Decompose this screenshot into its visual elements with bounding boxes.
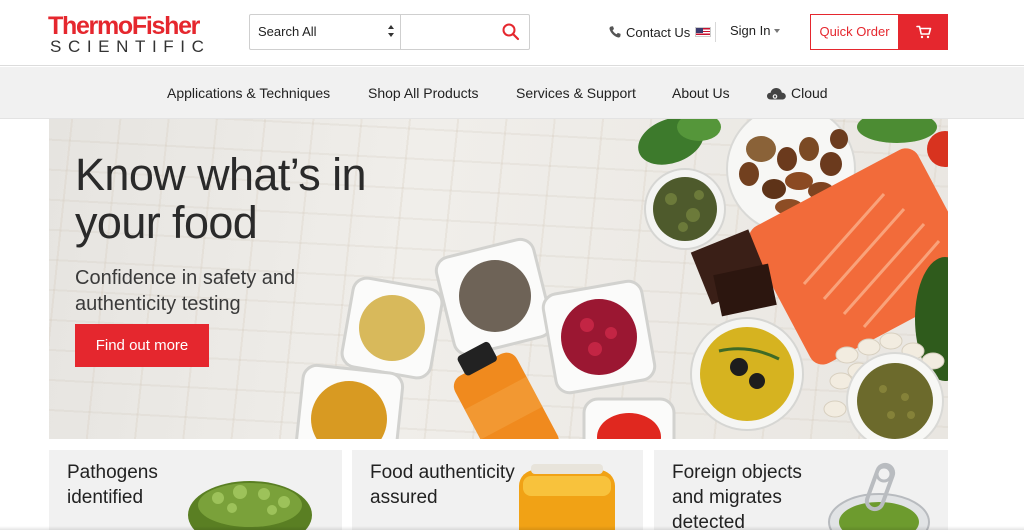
- card-pathogens[interactable]: Pathogens identified: [49, 450, 342, 530]
- site-header: ThermoFisher SCIENTIFIC Search All Conta…: [0, 0, 1024, 66]
- search-input[interactable]: [402, 15, 492, 49]
- nav-shop-all-products[interactable]: Shop All Products: [368, 84, 479, 102]
- header-divider: [715, 22, 716, 42]
- microgreens-image: [188, 481, 312, 530]
- main-nav: Applications & Techniques Shop All Produ…: [0, 67, 1024, 119]
- quick-order-button[interactable]: Quick Order: [810, 14, 899, 50]
- hero-title-line-2: your food: [75, 197, 258, 248]
- hero-subtitle-line-1: Confidence in safety and: [75, 267, 296, 289]
- sign-in-dropdown[interactable]: Sign In: [730, 23, 781, 38]
- hero-subtitle-line-2: authenticity testing: [75, 293, 241, 315]
- card-title-line-1: Pathogens: [67, 462, 158, 483]
- search-category-value: Search All: [258, 24, 317, 39]
- card-food-authenticity[interactable]: Food authenticity assured: [352, 450, 643, 530]
- card-title-line-2: assured: [370, 487, 438, 508]
- phone-icon: [609, 26, 621, 38]
- hero-subtitle: Confidence in safety and authenticity te…: [75, 265, 375, 317]
- hero-title: Know what’s in your food: [75, 151, 495, 247]
- card-title-line-1: Food authenticity: [370, 462, 515, 483]
- logo-wordmark: ThermoFisher: [48, 12, 200, 40]
- cart-button[interactable]: [899, 14, 948, 50]
- logo-subtitle: SCIENTIFIC: [50, 37, 211, 56]
- cloud-icon: [767, 87, 786, 99]
- honey-jar-image: [519, 464, 615, 530]
- card-title-line-1: Foreign objects: [672, 462, 802, 483]
- thermo-fisher-logo[interactable]: ThermoFisher SCIENTIFIC: [48, 12, 228, 56]
- search-category-select[interactable]: Search All: [250, 15, 401, 49]
- nav-services-support[interactable]: Services & Support: [516, 84, 636, 102]
- tin-can-image: [828, 462, 930, 530]
- search-icon: [502, 23, 520, 41]
- card-title-line-2: and migrates: [672, 487, 782, 508]
- search-bar: Search All: [249, 14, 530, 50]
- find-out-more-button[interactable]: Find out more: [75, 324, 209, 367]
- window-bottom-edge: [0, 526, 1024, 530]
- select-arrows-icon: [388, 25, 394, 39]
- hero-title-line-1: Know what’s in: [75, 149, 367, 200]
- nav-cloud[interactable]: Cloud: [766, 84, 828, 102]
- chevron-down-icon: [774, 28, 781, 33]
- nav-applications-techniques[interactable]: Applications & Techniques: [167, 84, 330, 102]
- contact-us-label: Contact Us: [626, 24, 691, 40]
- card-title-line-2: identified: [67, 487, 144, 508]
- card-title: Foreign objects and migrates detected: [672, 460, 802, 530]
- card-title: Food authenticity assured: [370, 460, 515, 510]
- contact-us-link[interactable]: Contact Us: [608, 23, 712, 41]
- us-flag-icon: [695, 27, 712, 37]
- nav-about-us[interactable]: About Us: [672, 84, 730, 102]
- search-button[interactable]: [501, 22, 521, 42]
- card-foreign-objects[interactable]: Foreign objects and migrates detected: [654, 450, 948, 530]
- card-title: Pathogens identified: [67, 460, 158, 510]
- nav-cloud-label: Cloud: [791, 85, 828, 101]
- sign-in-label: Sign In: [730, 23, 771, 38]
- cart-icon: [915, 25, 931, 39]
- hero-banner: Know what’s in your food Confidence in s…: [49, 119, 948, 439]
